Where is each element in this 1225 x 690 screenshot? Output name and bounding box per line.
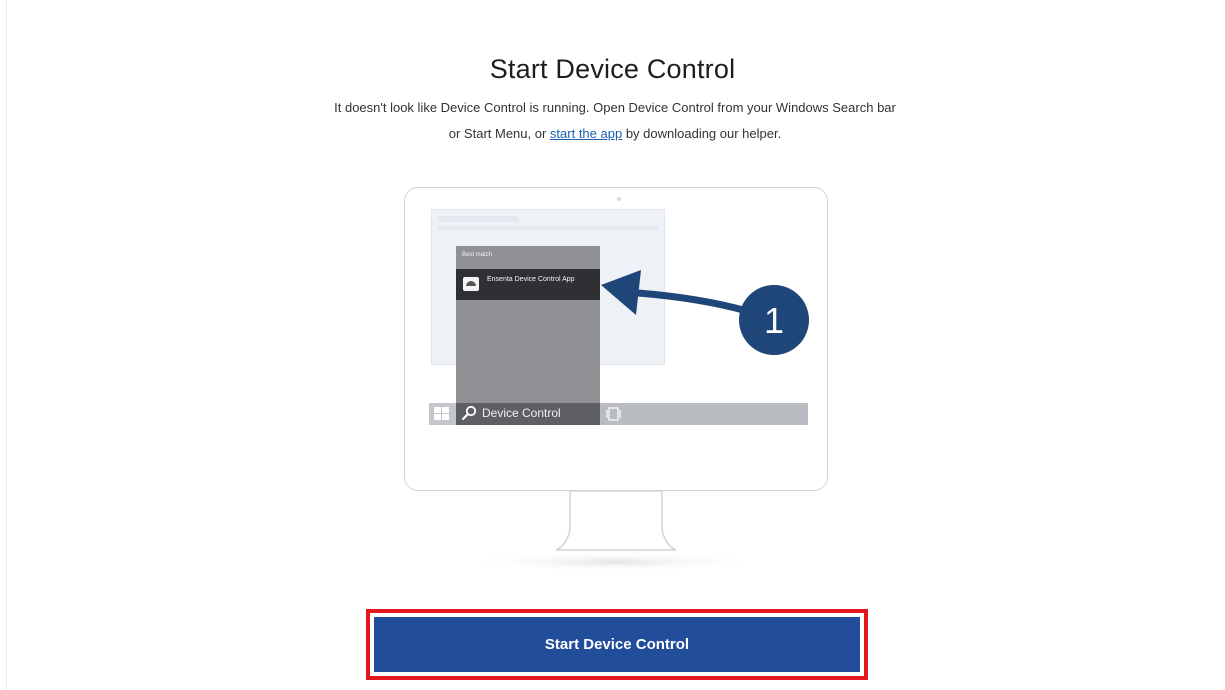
start-device-control-button[interactable]: Start Device Control — [374, 617, 860, 672]
step-number: 1 — [764, 300, 784, 341]
annotation-overlay: 1 — [601, 270, 809, 355]
arrow-icon — [601, 270, 751, 315]
